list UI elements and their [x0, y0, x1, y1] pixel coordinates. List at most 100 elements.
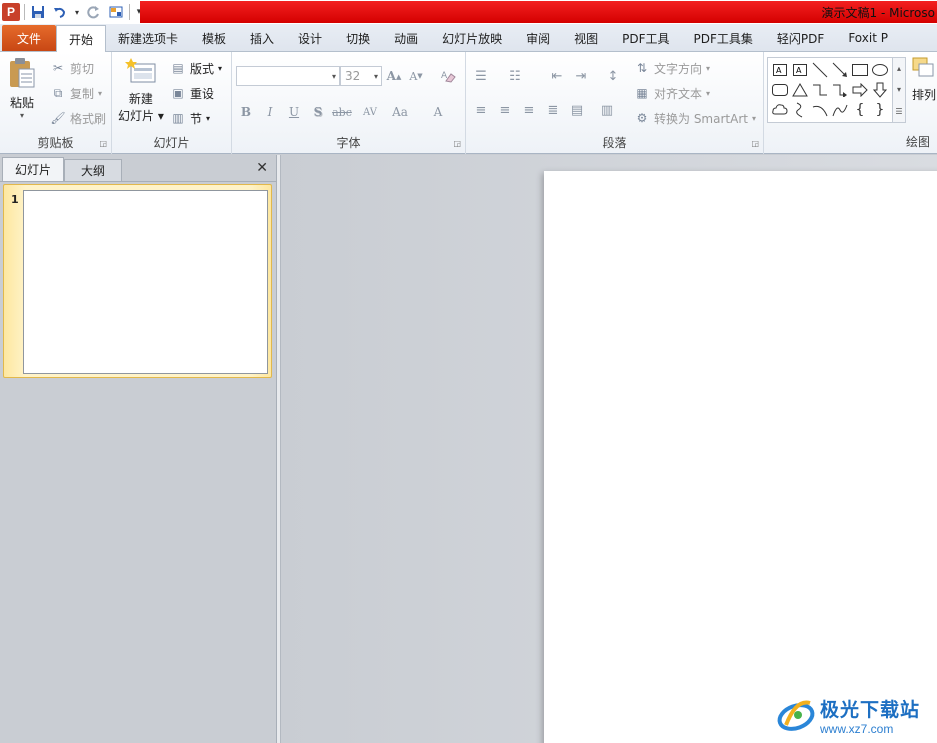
font-size-field[interactable]: 32 ▾ [340, 66, 382, 86]
undo-icon[interactable] [51, 3, 69, 21]
tab-insert[interactable]: 插入 [238, 25, 286, 51]
tab-qingshan-pdf[interactable]: 轻闪PDF [765, 25, 836, 51]
layout-button[interactable]: ▤ 版式 ▾ [170, 58, 222, 78]
align-right-icon[interactable]: ≡ [518, 100, 540, 120]
layout-icon: ▤ [172, 61, 184, 75]
left-brace-icon[interactable]: { [850, 100, 870, 120]
chevron-down-icon: ▾ [331, 71, 336, 81]
clear-format-icon[interactable]: A [438, 66, 458, 86]
line-icon[interactable] [810, 60, 830, 80]
tab-pdf-toolset[interactable]: PDF工具集 [682, 25, 765, 51]
save-icon[interactable] [29, 3, 47, 21]
line-spacing-icon[interactable]: ↕ [602, 66, 624, 86]
chevron-up-icon[interactable]: ▴ [897, 64, 901, 73]
arc-icon[interactable] [810, 100, 830, 120]
tab-file[interactable]: 文件 [2, 25, 56, 51]
change-case-button[interactable]: Aa [388, 102, 412, 122]
tab-design[interactable]: 设计 [286, 25, 334, 51]
powerpoint-logo-icon[interactable]: P [2, 3, 20, 21]
dialog-launcher-icon[interactable]: ◲ [751, 139, 759, 148]
format-painter-button[interactable]: 🖌 格式刷 [50, 108, 106, 128]
slide-thumbnail[interactable] [23, 190, 268, 374]
copy-button[interactable]: ⧉ 复制 ▾ [50, 83, 102, 103]
arrange-button[interactable]: 排列 [911, 56, 937, 103]
slide-thumbnail-selected[interactable]: 1 [3, 184, 272, 378]
text-direction-button[interactable]: ⇅ 文字方向 ▾ [634, 58, 710, 78]
distributed-icon[interactable]: ▤ [566, 100, 588, 120]
decrease-indent-icon[interactable]: ⇤ [546, 66, 568, 86]
oval-icon[interactable] [870, 60, 890, 80]
character-spacing-button[interactable]: AV [358, 102, 382, 122]
tab-slides[interactable]: 幻灯片 [2, 157, 65, 181]
slide-editor [282, 155, 937, 743]
font-name-field[interactable]: ▾ [236, 66, 340, 86]
dialog-launcher-icon[interactable]: ◲ [453, 139, 461, 148]
chevron-down-icon[interactable]: ▾ [73, 3, 81, 21]
cut-button[interactable]: ✂ 剪切 [50, 58, 94, 78]
columns-icon[interactable]: ▥ [596, 100, 618, 120]
vertical-text-box-icon[interactable]: A [790, 60, 810, 80]
underline-button[interactable]: U [284, 102, 304, 122]
tab-view[interactable]: 视图 [562, 25, 610, 51]
panel-splitter[interactable] [277, 155, 281, 743]
shrink-font-icon[interactable]: A ▼ [406, 66, 426, 86]
reset-icon: ▣ [172, 86, 184, 100]
down-arrow-icon[interactable] [870, 80, 890, 100]
rectangle-icon[interactable] [850, 60, 870, 80]
close-icon[interactable]: ✕ [256, 160, 268, 176]
rounded-rectangle-icon[interactable] [770, 80, 790, 100]
strikethrough-button[interactable]: abc [332, 102, 352, 122]
tab-transitions[interactable]: 切换 [334, 25, 382, 51]
tab-templates[interactable]: 模板 [190, 25, 238, 51]
reset-button[interactable]: ▣ 重设 [170, 83, 214, 103]
align-left-icon[interactable]: ≡ [470, 100, 492, 120]
numbering-icon[interactable]: ☷ [504, 66, 526, 86]
tab-outline[interactable]: 大纲 [64, 159, 123, 181]
right-arrow-icon[interactable] [850, 80, 870, 100]
drawing-group-label: 绘图 [906, 135, 931, 149]
tab-foxit[interactable]: Foxit P [836, 25, 900, 51]
elbow-connector-icon[interactable] [810, 80, 830, 100]
freeform-icon[interactable] [790, 100, 810, 120]
grow-font-icon[interactable]: A ▲ [384, 66, 404, 86]
tab-pdf-tools[interactable]: PDF工具 [610, 25, 681, 51]
tab-slideshow[interactable]: 幻灯片放映 [430, 25, 514, 51]
tab-animations[interactable]: 动画 [382, 25, 430, 51]
cloud-icon[interactable] [770, 100, 790, 120]
right-brace-icon[interactable]: } [870, 100, 890, 120]
new-slide-button[interactable]: 新建 幻灯片 ▾ [118, 56, 164, 124]
title-bar: P ▾ ▾ 演示文稿1 - Microso [0, 0, 937, 24]
shapes-gallery-scroll[interactable]: ▴ ▾ ☰ [892, 57, 906, 123]
justify-icon[interactable]: ≣ [542, 100, 564, 120]
dialog-launcher-icon[interactable]: ◲ [99, 139, 107, 148]
separator [129, 4, 130, 20]
svg-text:A: A [796, 66, 802, 75]
layout-icon[interactable] [107, 3, 125, 21]
align-text-button[interactable]: ▦ 对齐文本 ▾ [634, 83, 710, 103]
clipboard-group: 粘贴 ▾ ✂ 剪切 ⧉ 复制 ▾ 🖌 格式刷 剪贴板 ◲ [0, 52, 112, 154]
smartart-icon: ⚙ [636, 111, 648, 125]
paste-button[interactable]: 粘贴 ▾ [6, 56, 38, 120]
redo-icon[interactable] [85, 3, 103, 21]
chevron-down-icon[interactable]: ▾ [897, 85, 901, 94]
tab-new-tab[interactable]: 新建选项卡 [106, 25, 190, 51]
italic-button[interactable]: I [260, 102, 280, 122]
bullets-icon[interactable]: ☰ [470, 66, 492, 86]
elbow-arrow-icon[interactable] [830, 80, 850, 100]
tab-review[interactable]: 审阅 [514, 25, 562, 51]
increase-indent-icon[interactable]: ⇥ [570, 66, 592, 86]
curve-icon[interactable] [830, 100, 850, 120]
section-button[interactable]: ▥ 节 ▾ [170, 108, 210, 128]
arrow-line-icon[interactable] [830, 60, 850, 80]
text-box-icon[interactable]: A [770, 60, 790, 80]
shadow-button[interactable]: S [308, 102, 328, 122]
slide-canvas[interactable] [544, 171, 937, 743]
convert-smartart-button[interactable]: ⚙ 转换为 SmartArt ▾ [634, 108, 756, 128]
tab-home[interactable]: 开始 [56, 25, 106, 52]
font-color-button[interactable]: A [428, 102, 448, 122]
triangle-icon[interactable] [790, 80, 810, 100]
align-center-icon[interactable]: ≡ [494, 100, 516, 120]
bold-button[interactable]: B [236, 102, 256, 122]
ribbon-tabs: 文件 开始 新建选项卡 模板 插入 设计 切换 动画 幻灯片放映 审阅 视图 P… [0, 24, 937, 52]
gallery-more-icon[interactable]: ☰ [895, 107, 902, 116]
